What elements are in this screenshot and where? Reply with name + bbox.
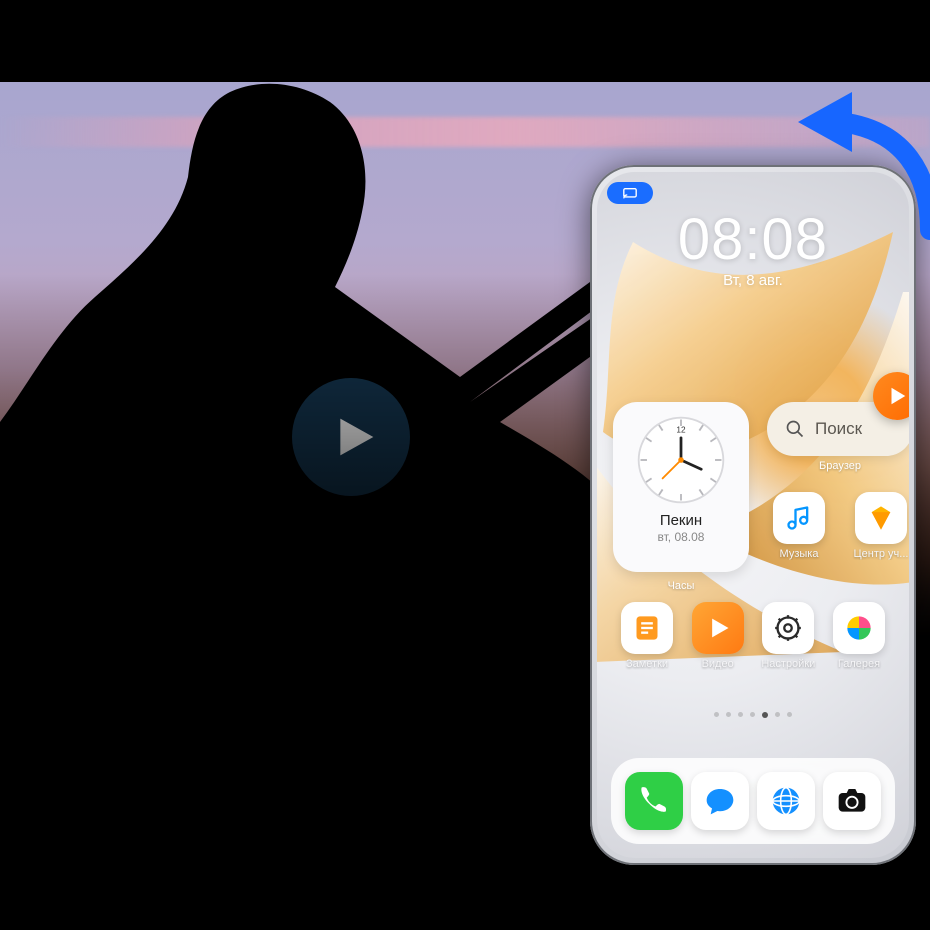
app-label-video: Видео — [686, 658, 750, 670]
pinwheel-icon — [845, 614, 873, 642]
dock-messages-app[interactable] — [691, 772, 749, 830]
clock-widget[interactable]: 12 Пекин вт, 08.08 — [613, 402, 749, 572]
play-triangle-icon — [704, 614, 732, 642]
lock-clock-date: Вт, 8 авг. — [597, 272, 909, 289]
search-icon — [785, 419, 805, 439]
gear-icon — [774, 614, 802, 642]
svg-text:12: 12 — [676, 425, 686, 434]
app-tile-gallery[interactable] — [833, 602, 885, 654]
globe-icon — [770, 785, 802, 817]
app-tile-video[interactable] — [692, 602, 744, 654]
dock — [611, 758, 895, 844]
clock-widget-city: Пекин — [660, 512, 702, 529]
dock-browser-app[interactable] — [757, 772, 815, 830]
cast-icon — [623, 188, 637, 199]
cast-arrow-icon — [780, 80, 930, 250]
page-indicator[interactable] — [597, 712, 909, 718]
app-tile-music[interactable] — [773, 492, 825, 544]
camera-icon — [836, 785, 868, 817]
analog-clock-icon: 12 — [635, 414, 727, 506]
app-label-settings: Настройки — [756, 658, 820, 670]
phone-icon — [638, 785, 670, 817]
app-label-gallery: Галерея — [827, 658, 891, 670]
play-button[interactable] — [292, 378, 410, 496]
app-tile-member[interactable] — [855, 492, 907, 544]
app-label-member: Центр уч... — [849, 548, 909, 560]
dock-camera-app[interactable] — [823, 772, 881, 830]
app-grid-row: Заметки Видео — [615, 602, 891, 670]
phone-home-screen: 08:08 Вт, 8 авг. — [597, 172, 909, 858]
diamond-icon — [867, 504, 895, 532]
music-note-icon — [785, 504, 813, 532]
chat-icon — [704, 785, 736, 817]
search-placeholder: Поиск — [815, 419, 862, 439]
play-icon — [333, 415, 377, 459]
app-tile-settings[interactable] — [762, 602, 814, 654]
clock-widget-label: Часы — [668, 580, 695, 592]
app-tile-notes[interactable] — [621, 602, 673, 654]
app-label-notes: Заметки — [615, 658, 679, 670]
search-widget-label: Браузер — [767, 460, 909, 472]
phone-mockup: 08:08 Вт, 8 авг. — [590, 165, 916, 865]
notes-icon — [633, 614, 661, 642]
dock-phone-app[interactable] — [625, 772, 683, 830]
status-cast-pill[interactable] — [607, 182, 653, 204]
clock-widget-subdate: вт, 08.08 — [658, 530, 705, 544]
play-triangle-icon — [886, 385, 908, 407]
app-label-music: Музыка — [767, 548, 831, 560]
